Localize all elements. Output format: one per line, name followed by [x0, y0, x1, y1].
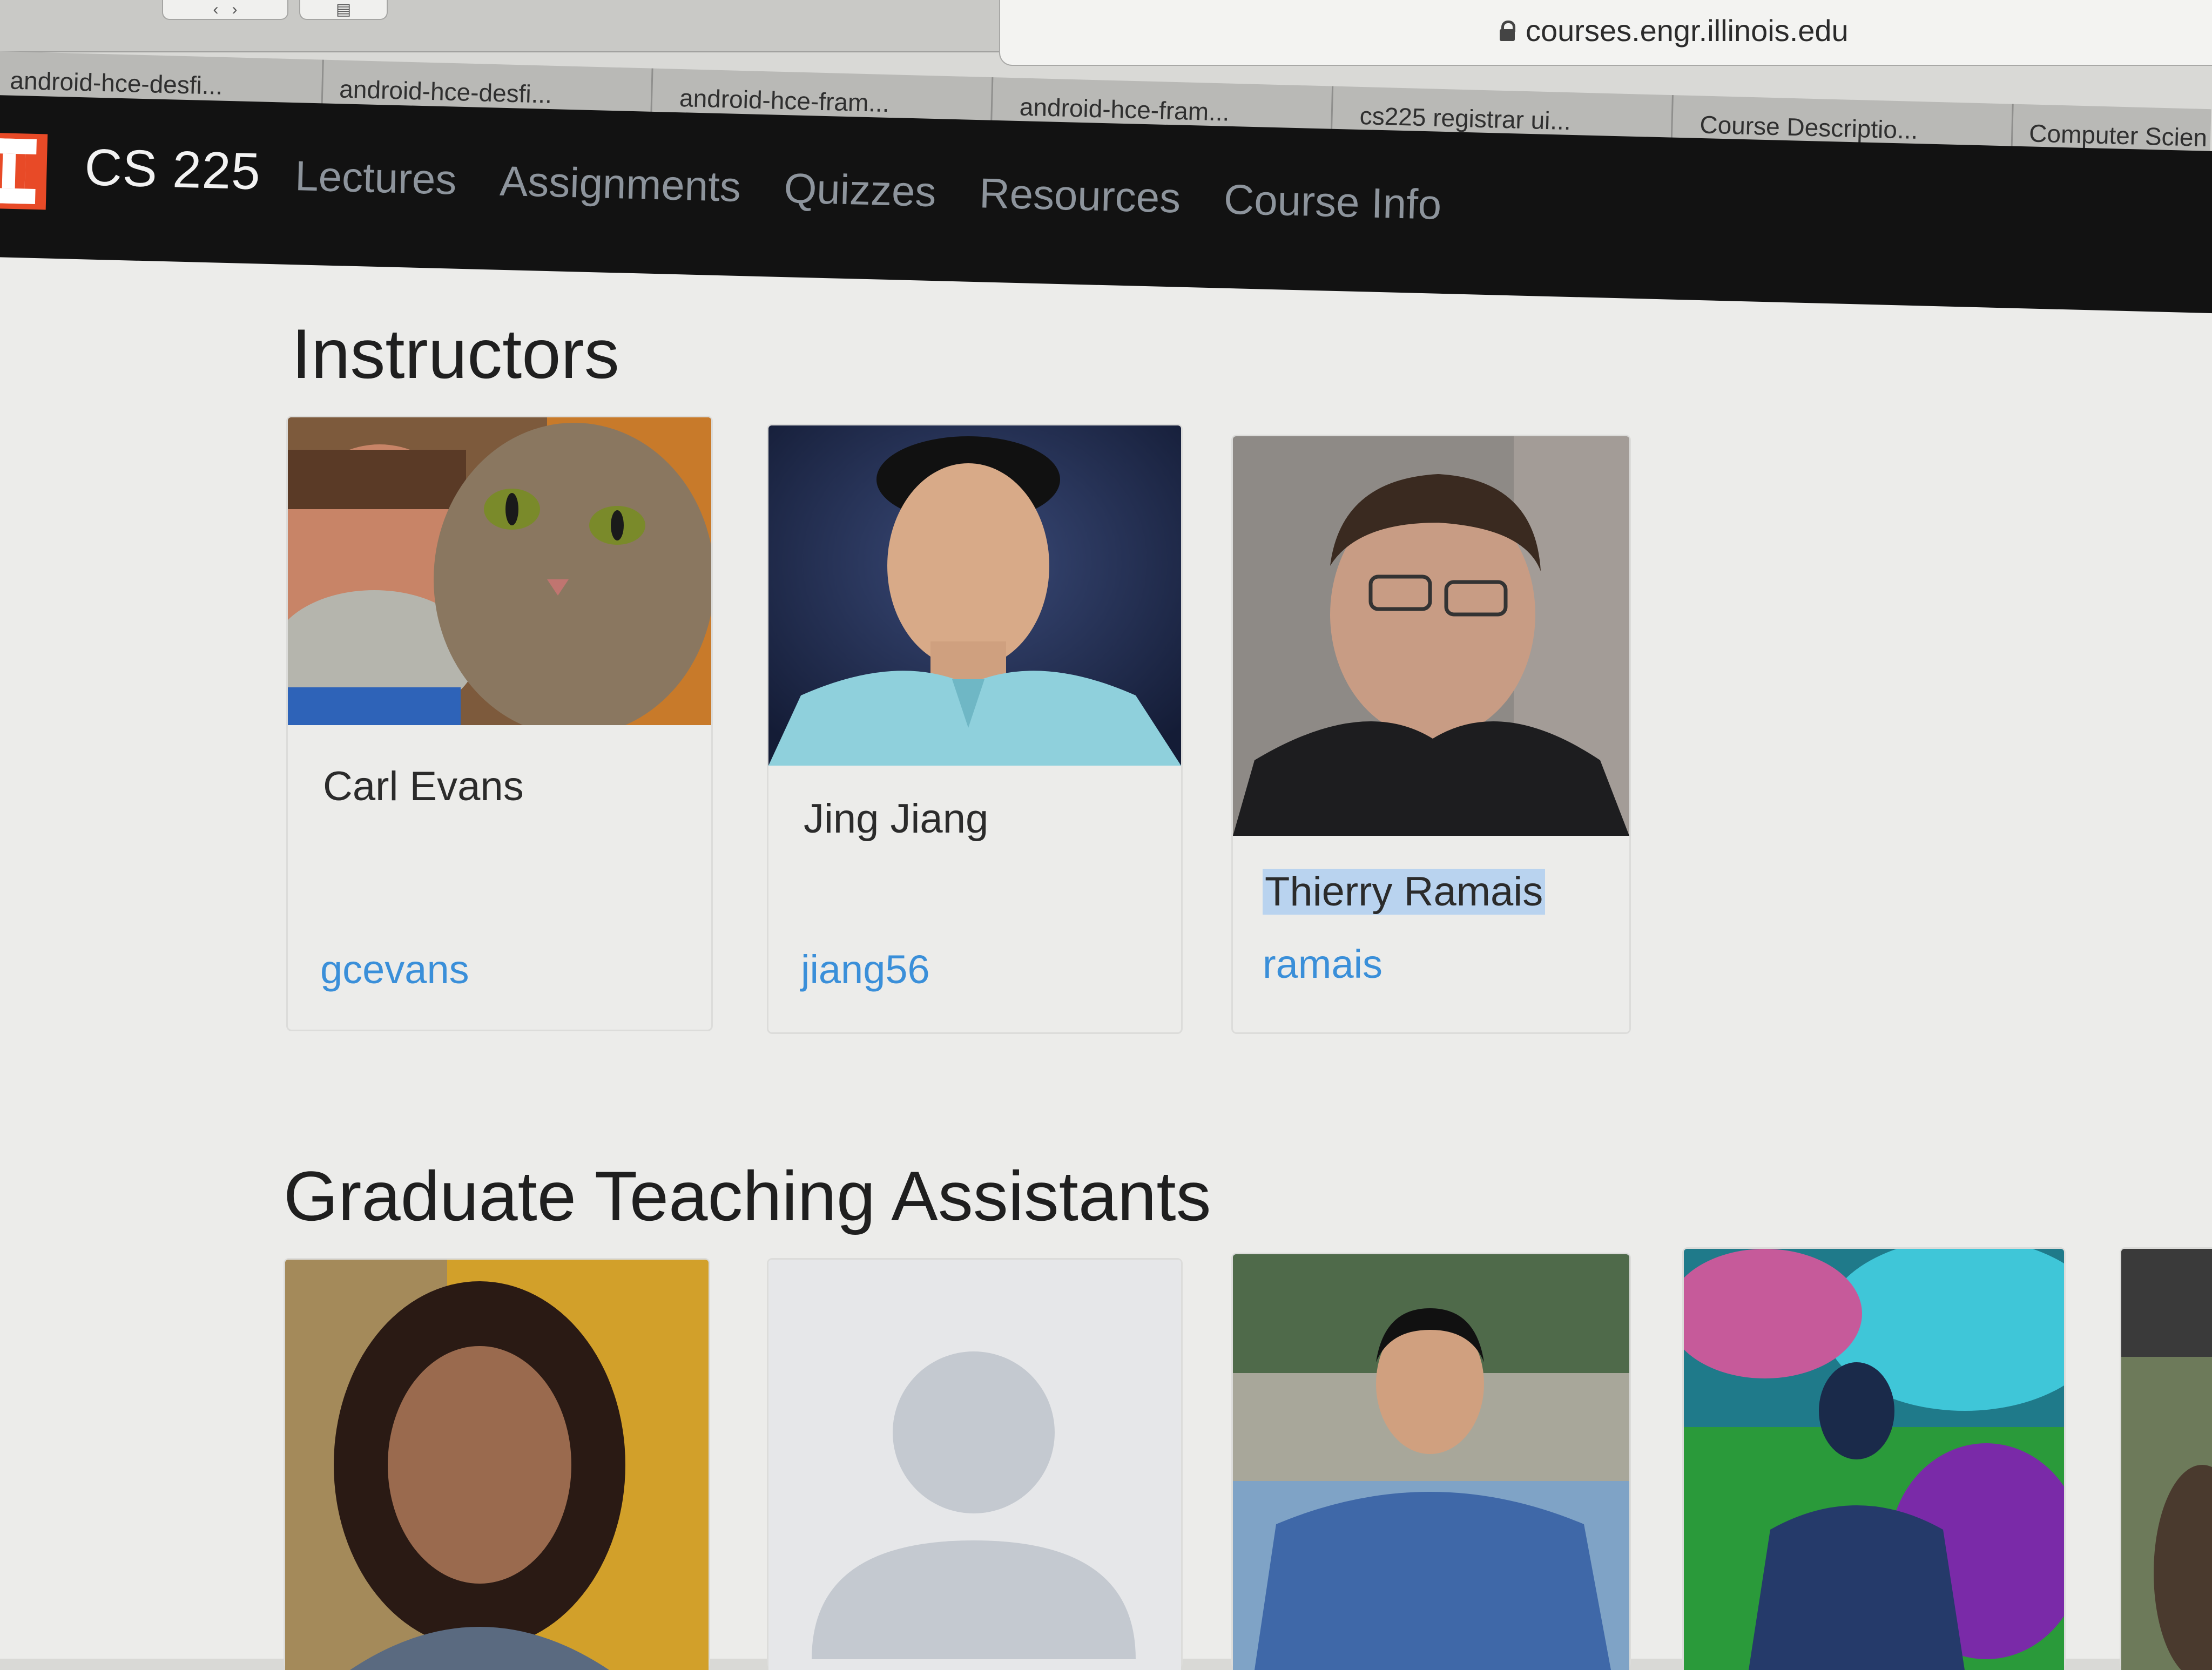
selected-name-text: Thierry Ramais	[1263, 869, 1546, 915]
portrait-photo-svg	[768, 425, 1181, 766]
course-brand-link[interactable]: CS 225	[84, 138, 261, 201]
address-text-wrap: courses.engr.illinois.edu	[1500, 13, 1849, 48]
tab-label: android-hce-fram...	[1019, 92, 1230, 126]
nav-resources[interactable]: Resources	[979, 168, 1181, 222]
main-nav: Lectures Assignments Quizzes Resources C…	[294, 151, 1442, 229]
man-with-cat-photo-svg	[288, 417, 711, 725]
portrait-photo	[1233, 1254, 1629, 1670]
person-name: Jing Jiang	[804, 796, 989, 842]
tab-label: android-hce-desfi...	[339, 74, 552, 109]
address-bar[interactable]: courses.engr.illinois.edu	[999, 0, 2212, 66]
portrait-photo-svg	[285, 1260, 709, 1670]
man-with-cat-photo	[288, 417, 711, 725]
portrait-photo	[2121, 1249, 2212, 1670]
url-text: courses.engr.illinois.edu	[1526, 13, 1849, 48]
nav-quizzes[interactable]: Quizzes	[784, 164, 937, 217]
portrait-photo-svg	[1684, 1249, 2064, 1670]
person-name: Thierry Ramais	[1263, 868, 1546, 915]
nav-lectures[interactable]: Lectures	[294, 151, 457, 205]
nav-course-info[interactable]: Course Info	[1223, 175, 1442, 229]
default-avatar-icon	[768, 1260, 1181, 1670]
gta-card	[767, 1258, 1183, 1670]
gtas-heading: Graduate Teaching Assistants	[284, 1157, 1211, 1235]
portrait-photo-svg	[1233, 436, 1629, 836]
gta-card	[1682, 1247, 2066, 1670]
portrait-photo	[1684, 1249, 2064, 1670]
forward-icon[interactable]: ›	[232, 1, 238, 19]
lock-icon	[1500, 20, 1515, 41]
netid-link[interactable]: ramais	[1263, 941, 1382, 987]
sidebar-button[interactable]: ▤	[299, 0, 388, 20]
portrait-photo	[285, 1260, 709, 1670]
logo-i-stem	[2, 153, 16, 189]
page-content: Instructors Carl Evans gcevans Jing Jian…	[0, 248, 2212, 1670]
instructor-card: Thierry Ramais ramais	[1231, 435, 1631, 1034]
portrait-photo-svg	[1233, 1254, 1629, 1670]
portrait-photo	[768, 425, 1181, 766]
person-name: Carl Evans	[323, 763, 524, 809]
instructor-card: Carl Evans gcevans	[286, 416, 713, 1031]
portrait-photo-svg	[2121, 1249, 2212, 1670]
gta-card	[2120, 1247, 2212, 1670]
nav-assignments[interactable]: Assignments	[499, 157, 741, 212]
instructors-heading: Instructors	[292, 314, 619, 393]
tab-label: android-hce-desfi...	[9, 66, 223, 100]
netid-link[interactable]: gcevans	[320, 946, 469, 992]
portrait-photo	[1233, 436, 1629, 836]
gta-card	[284, 1258, 710, 1670]
netid-link[interactable]: jiang56	[801, 946, 930, 992]
back-forward-button[interactable]: ‹ ›	[162, 0, 288, 20]
default-avatar-svg	[768, 1260, 1181, 1670]
instructor-card: Jing Jiang jiang56	[767, 424, 1183, 1034]
sidebar-icon: ▤	[335, 1, 352, 18]
tab-label: android-hce-fram...	[679, 83, 890, 117]
back-icon[interactable]: ‹	[213, 1, 218, 19]
gta-card	[1231, 1253, 1631, 1670]
illinois-block-i-logo[interactable]	[0, 132, 48, 210]
browser-nav-buttons: ‹ › ▤	[162, 0, 388, 20]
